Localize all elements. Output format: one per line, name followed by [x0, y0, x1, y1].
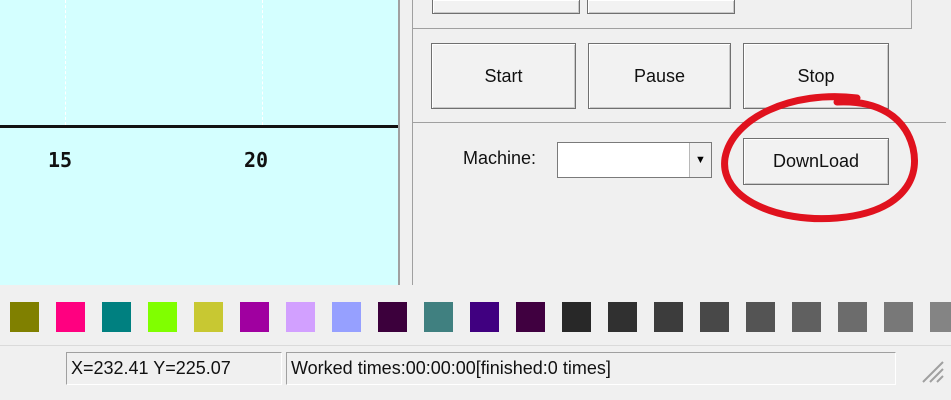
pause-button[interactable]: Pause	[588, 43, 731, 109]
machine-select[interactable]: ▼	[557, 142, 712, 178]
resize-grip-icon[interactable]	[915, 354, 945, 384]
color-palette	[0, 285, 951, 345]
color-swatch[interactable]	[700, 302, 729, 332]
color-swatch[interactable]	[194, 302, 223, 332]
color-swatch[interactable]	[930, 302, 951, 332]
color-swatch[interactable]	[10, 302, 39, 332]
color-swatch[interactable]	[378, 302, 407, 332]
color-swatch[interactable]	[102, 302, 131, 332]
machine-label: Machine:	[463, 148, 537, 168]
color-swatch[interactable]	[286, 302, 315, 332]
group-divider	[412, 122, 946, 123]
color-swatch[interactable]	[562, 302, 591, 332]
color-swatch[interactable]	[56, 302, 85, 332]
hidden-button-left[interactable]	[432, 0, 580, 14]
stop-button[interactable]: Stop	[743, 43, 889, 109]
control-panel: Start Pause Stop Machine: ▼ DownLoad	[402, 0, 951, 285]
download-button[interactable]: DownLoad	[743, 138, 889, 185]
color-swatch[interactable]	[746, 302, 775, 332]
ruler-tick-label: 20	[244, 148, 269, 172]
drawing-canvas[interactable]: 15 20	[0, 0, 400, 285]
grid-line	[262, 0, 263, 125]
group-box-left	[412, 28, 413, 285]
coordinates-panel: X=232.41 Y=225.07	[66, 352, 282, 385]
start-button[interactable]: Start	[431, 43, 576, 109]
grid-line	[65, 0, 66, 125]
color-swatch[interactable]	[148, 302, 177, 332]
color-swatch[interactable]	[654, 302, 683, 332]
hidden-button-right[interactable]	[587, 0, 735, 14]
color-swatch[interactable]	[240, 302, 269, 332]
color-swatch[interactable]	[884, 302, 913, 332]
color-swatch[interactable]	[792, 302, 821, 332]
ruler-tick-label: 15	[48, 148, 73, 172]
color-swatch[interactable]	[424, 302, 453, 332]
color-swatch[interactable]	[608, 302, 637, 332]
color-swatch[interactable]	[332, 302, 361, 332]
worked-times-panel: Worked times:00:00:00[finished:0 times]	[286, 352, 896, 385]
ruler-axis-line	[0, 125, 398, 128]
status-bar: X=232.41 Y=225.07 Worked times:00:00:00[…	[0, 345, 951, 400]
color-swatch[interactable]	[470, 302, 499, 332]
dropdown-arrow-button[interactable]: ▼	[689, 143, 711, 177]
triangle-down-icon: ▼	[695, 154, 706, 166]
color-swatch[interactable]	[516, 302, 545, 332]
color-swatch[interactable]	[838, 302, 867, 332]
